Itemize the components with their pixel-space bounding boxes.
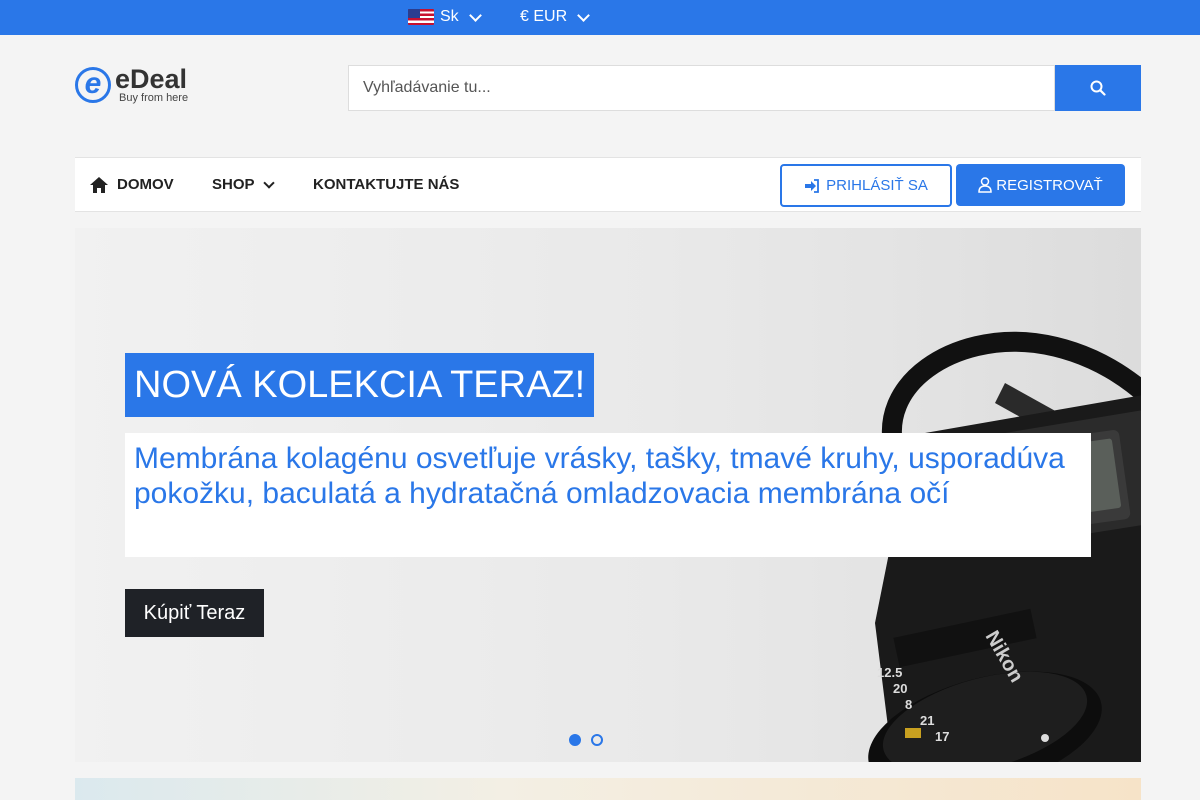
buy-now-button[interactable]: Kúpiť Teraz — [125, 589, 264, 637]
home-icon — [90, 176, 108, 193]
register-label: REGISTROVAŤ — [996, 176, 1103, 194]
login-label: PRIHLÁSIŤ SA — [826, 177, 928, 194]
language-selector[interactable]: Sk — [408, 8, 482, 26]
search-button[interactable] — [1055, 65, 1141, 111]
logo-name: eDeal — [115, 64, 188, 94]
currency-label: € EUR — [520, 8, 568, 25]
nav-contact[interactable]: KONTAKTUJTE NÁS — [313, 158, 459, 211]
nav-home[interactable]: DOMOV — [89, 158, 174, 211]
chevron-down-icon — [468, 8, 482, 22]
nav-home-label: DOMOV — [117, 176, 174, 193]
logo-tagline: Buy from here — [119, 92, 189, 104]
nav-shop[interactable]: SHOP — [212, 158, 275, 211]
slider-dot-1[interactable] — [569, 734, 581, 746]
lens-marking: 17 — [935, 729, 949, 744]
site-logo[interactable]: e eDeal Buy from here — [75, 66, 188, 104]
logo-e-icon: e — [75, 67, 111, 103]
lens-marking: 8 — [905, 697, 912, 712]
chevron-down-icon — [577, 8, 590, 22]
lens-marking: 12.5 — [877, 665, 902, 680]
currency-selector[interactable]: € EUR — [520, 8, 590, 26]
chevron-down-icon — [262, 176, 275, 189]
hero-title: NOVÁ KOLEKCIA TERAZ! — [125, 353, 595, 417]
nav-shop-label: SHOP — [212, 176, 255, 193]
top-bar: Sk € EUR — [0, 0, 1200, 35]
lens-marking: 21 — [920, 713, 934, 728]
search-input[interactable] — [348, 65, 1055, 111]
register-button[interactable]: REGISTROVAŤ — [956, 164, 1125, 206]
login-button[interactable]: PRIHLÁSIŤ SA — [780, 164, 952, 207]
lens-marking: 20 — [893, 681, 907, 696]
sign-in-icon — [805, 178, 820, 193]
user-icon — [978, 177, 993, 193]
search-icon — [1090, 80, 1106, 96]
secondary-banner — [75, 778, 1141, 800]
slider-dot-2[interactable] — [591, 734, 603, 746]
hero-slider: Nikon 17 21 8 20 12.5 NOVÁ KOLEKCIA TERA… — [75, 228, 1141, 762]
hero-subtitle: Membrána kolagénu osvetľuje vrásky, tašk… — [125, 433, 1091, 557]
main-nav: DOMOV SHOP KONTAKTUJTE NÁS PRIHLÁSIŤ SA … — [75, 157, 1141, 212]
nav-contact-label: KONTAKTUJTE NÁS — [313, 176, 460, 193]
language-label: Sk — [440, 8, 459, 25]
search-bar — [348, 65, 1141, 111]
us-flag-icon — [408, 9, 434, 25]
